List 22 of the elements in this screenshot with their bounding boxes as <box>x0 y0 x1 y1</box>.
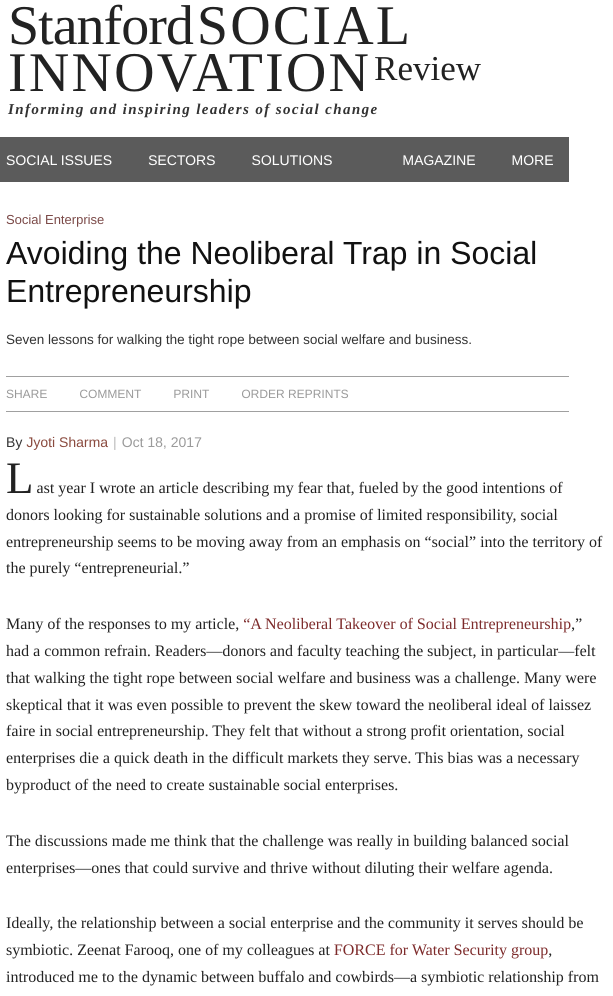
article-paragraph: The discussions made me think that the challenge was really in building balanced social enterprises—ones that could survive and thrive without diluting their welfare agenda. <box>6 832 570 879</box>
category-link[interactable]: Social Enterprise <box>6 212 104 228</box>
article-paragraph: Many of the responses to my article, “A Neoliberal Takeover of Social Entrepreneurship,” had a common refrain. Readers—donors and faculty teaching the subject, in particular—felt that walking the tight rope between social welfare and business was a challenge. Many were skeptical that it was even possible to prevent the skew toward the neoliberal ideal of laissez faire in social entrepreneurship. They felt that without a strong profit orientation, social enterprises die a quick death in the difficult markets they serve. This bias was a necessary byproduct of the need to create sustainable social enterprises. <box>6 615 598 796</box>
article-paragraph: Ideally, the relationship between a social enterprise and the community it serves should be symbiotic. Zeenat Farooq, one of my colleagues at FORCE for Water Security group, introduced me to the dynamic between buffalo and cowbirds—a symbiotic relationship from <box>6 914 600 988</box>
article-link[interactable]: FORCE for Water Security group <box>334 942 548 960</box>
nav-link[interactable]: MAGAZINE <box>384 137 494 182</box>
nav-link[interactable]: SOCIAL ISSUES <box>0 137 130 182</box>
article-subtitle: Seven lessons for walking the tight rope between social welfare and business. <box>6 331 472 349</box>
nav-link[interactable]: SOLUTIONS <box>234 137 350 182</box>
author-link[interactable]: Jyoti Sharma <box>26 433 108 451</box>
article-title: Avoiding the Neoliberal Trap in Social Entrepreneurship <box>6 234 538 310</box>
logo-tagline: Informing and inspiring leaders of social change <box>8 101 379 119</box>
nav-link[interactable]: SECTORS <box>130 137 234 182</box>
logo-text: INNOVATION <box>8 50 372 97</box>
publish-date: Oct 18, 2017 <box>122 433 202 451</box>
article-link[interactable]: “A Neoliberal Takeover of Social Entrepreneurship <box>243 616 572 634</box>
logo-text: Review <box>374 52 482 86</box>
nav-link[interactable]: MORE <box>494 137 572 182</box>
logo-text: Stanford <box>8 3 193 50</box>
byline-prefix: By <box>6 433 22 451</box>
logo-text: SOCIAL <box>196 3 412 50</box>
byline-separator: | <box>113 433 117 451</box>
